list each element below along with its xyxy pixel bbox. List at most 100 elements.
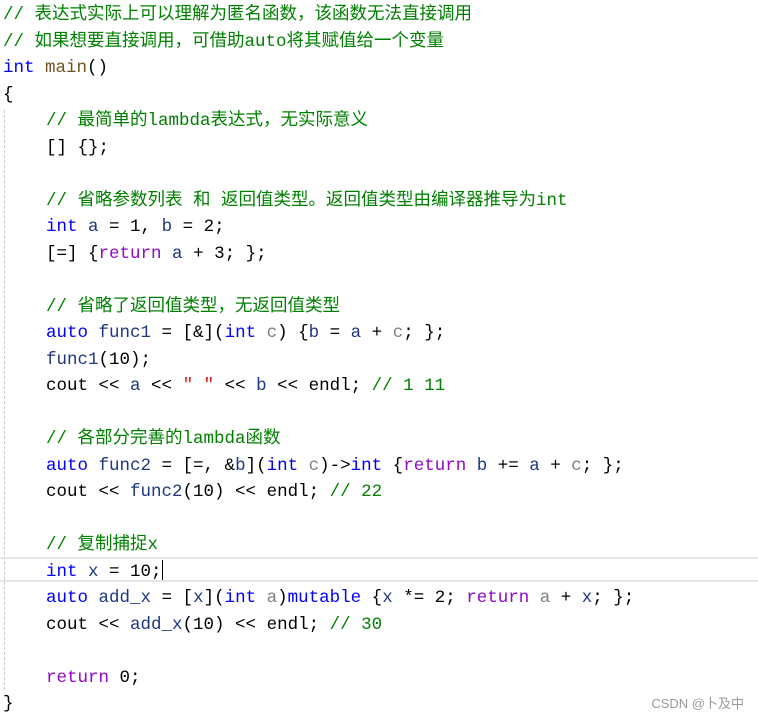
token-op: <<	[88, 482, 131, 502]
token-var: b	[256, 376, 267, 396]
token-stream: cout	[46, 614, 89, 635]
token-op	[88, 323, 99, 343]
code-line[interactable]: // 表达式实际上可以理解为匿名函数，该函数无法直接调用	[3, 2, 758, 29]
token-op: )	[277, 588, 288, 608]
code-line[interactable]: cout << add_x(10) << endl; // 30	[46, 612, 758, 639]
code-line[interactable]: auto func2 = [=, &b](int c)->int {return…	[46, 453, 758, 480]
token-comment: // 1 11	[371, 376, 446, 396]
token-op: +	[550, 588, 582, 608]
token-op	[88, 588, 99, 608]
code-line[interactable]: // 最简单的lambda表达式，无实际意义	[46, 108, 758, 135]
token-ctrl: return	[466, 588, 530, 608]
token-var: add_x	[130, 614, 183, 635]
code-line[interactable]: auto func1 = [&](int c) {b = a + c; };	[46, 320, 758, 347]
code-line[interactable]: cout << func2(10) << endl; // 22	[46, 479, 758, 506]
code-line[interactable]: [=] {return a + 3; };	[46, 241, 758, 268]
code-line[interactable]: cout << a << " " << b << endl; // 1 11	[46, 373, 758, 400]
token-op	[256, 323, 267, 343]
code-line[interactable]: return 0;	[46, 665, 758, 692]
token-op: (10);	[98, 349, 152, 370]
code-line[interactable]	[46, 638, 758, 665]
token-var: b	[161, 217, 173, 237]
token-op: {	[3, 84, 14, 105]
token-kw: mutable	[287, 588, 362, 608]
token-var: b	[476, 455, 488, 476]
token-comment: // 如果想要直接调用，可借助auto将其赋值给一个变量	[3, 31, 445, 52]
code-line[interactable]	[46, 161, 758, 188]
token-comment: // 各部分完善的lambda函数	[46, 429, 281, 449]
token-op: = [	[151, 588, 194, 608]
token-stream: endl	[266, 614, 309, 635]
code-line[interactable]: // 各部分完善的lambda函数	[46, 426, 758, 453]
token-kw: int	[224, 323, 257, 343]
code-editor[interactable]: // 表达式实际上可以理解为匿名函数，该函数无法直接调用 // 如果想要直接调用，…	[0, 0, 758, 720]
token-param: a	[266, 588, 278, 608]
code-line[interactable]: // 如果想要直接调用，可借助auto将其赋值给一个变量	[3, 29, 758, 56]
code-line[interactable]: [] {};	[46, 135, 758, 162]
token-op: [=] {	[46, 243, 99, 264]
text-caret	[161, 559, 163, 580]
token-var: add_x	[98, 588, 152, 608]
token-param: a	[539, 588, 551, 608]
token-op: = [=, &	[151, 455, 236, 476]
token-op: = [&](	[151, 323, 225, 343]
token-op	[35, 58, 46, 78]
token-op	[78, 217, 89, 237]
token-op: = 1,	[98, 217, 162, 237]
token-op: ; };	[581, 455, 624, 476]
token-op: +	[361, 323, 393, 343]
token-op: =	[319, 323, 351, 343]
token-ctrl: return	[46, 667, 110, 688]
code-line[interactable]: int a = 1, b = 2;	[46, 214, 758, 241]
token-comment: // 省略参数列表 和 返回值类型。返回值类型由编译器推导为int	[46, 190, 568, 211]
token-comment: // 30	[329, 614, 383, 635]
token-param: c	[392, 323, 404, 343]
token-kw: int	[46, 217, 78, 237]
code-line[interactable]: {	[3, 82, 758, 109]
code-line[interactable]: }	[3, 691, 758, 718]
code-line[interactable]	[46, 506, 758, 533]
token-op: = 2;	[172, 217, 225, 237]
token-comment: // 表达式实际上可以理解为匿名函数，该函数无法直接调用	[3, 5, 473, 25]
token-op	[78, 562, 89, 582]
code-line[interactable]	[46, 400, 758, 427]
code-line[interactable]: auto add_x = [x](int a)mutable {x *= 2; …	[46, 585, 758, 612]
token-var: x	[581, 588, 593, 608]
token-op	[88, 456, 99, 476]
token-op: ()	[87, 58, 109, 78]
token-var: a	[130, 376, 141, 396]
token-op: <<	[88, 614, 131, 635]
token-str: " "	[182, 376, 215, 396]
code-line[interactable]: int x = 10;	[46, 559, 758, 586]
token-kw: int	[3, 58, 35, 78]
token-op: (10) <<	[182, 614, 267, 635]
code-line[interactable]: // 省略参数列表 和 返回值类型。返回值类型由编译器推导为int	[46, 188, 758, 215]
token-op: + 3; };	[182, 243, 267, 264]
token-op: {	[382, 455, 404, 476]
token-param: c	[571, 455, 582, 476]
token-var: b	[308, 323, 320, 343]
token-op: <<	[88, 376, 131, 396]
token-stream: cout	[46, 376, 89, 396]
token-ctrl: return	[403, 455, 467, 476]
token-var: func1	[98, 323, 152, 343]
code-line[interactable]: // 复制捕捉x	[46, 532, 758, 559]
token-ctrl: return	[98, 243, 162, 264]
token-comment: // 最简单的lambda表达式，无实际意义	[46, 111, 369, 131]
token-op: ](	[245, 455, 267, 476]
code-line[interactable]	[46, 267, 758, 294]
code-line[interactable]: func1(10);	[46, 347, 758, 374]
token-var: x	[88, 561, 99, 582]
token-op: [] {};	[46, 137, 110, 158]
token-kw: auto	[46, 588, 89, 608]
code-line[interactable]: int main()	[3, 55, 758, 82]
token-op: ) {	[277, 323, 309, 343]
token-op: +=	[487, 455, 530, 476]
token-param: c	[266, 323, 278, 343]
code-line[interactable]: // 省略了返回值类型，无返回值类型	[46, 294, 758, 321]
token-op	[466, 456, 477, 476]
indent-guide	[4, 110, 5, 690]
token-kw: int	[46, 561, 78, 582]
token-var: b	[235, 455, 246, 476]
token-op	[256, 588, 267, 608]
